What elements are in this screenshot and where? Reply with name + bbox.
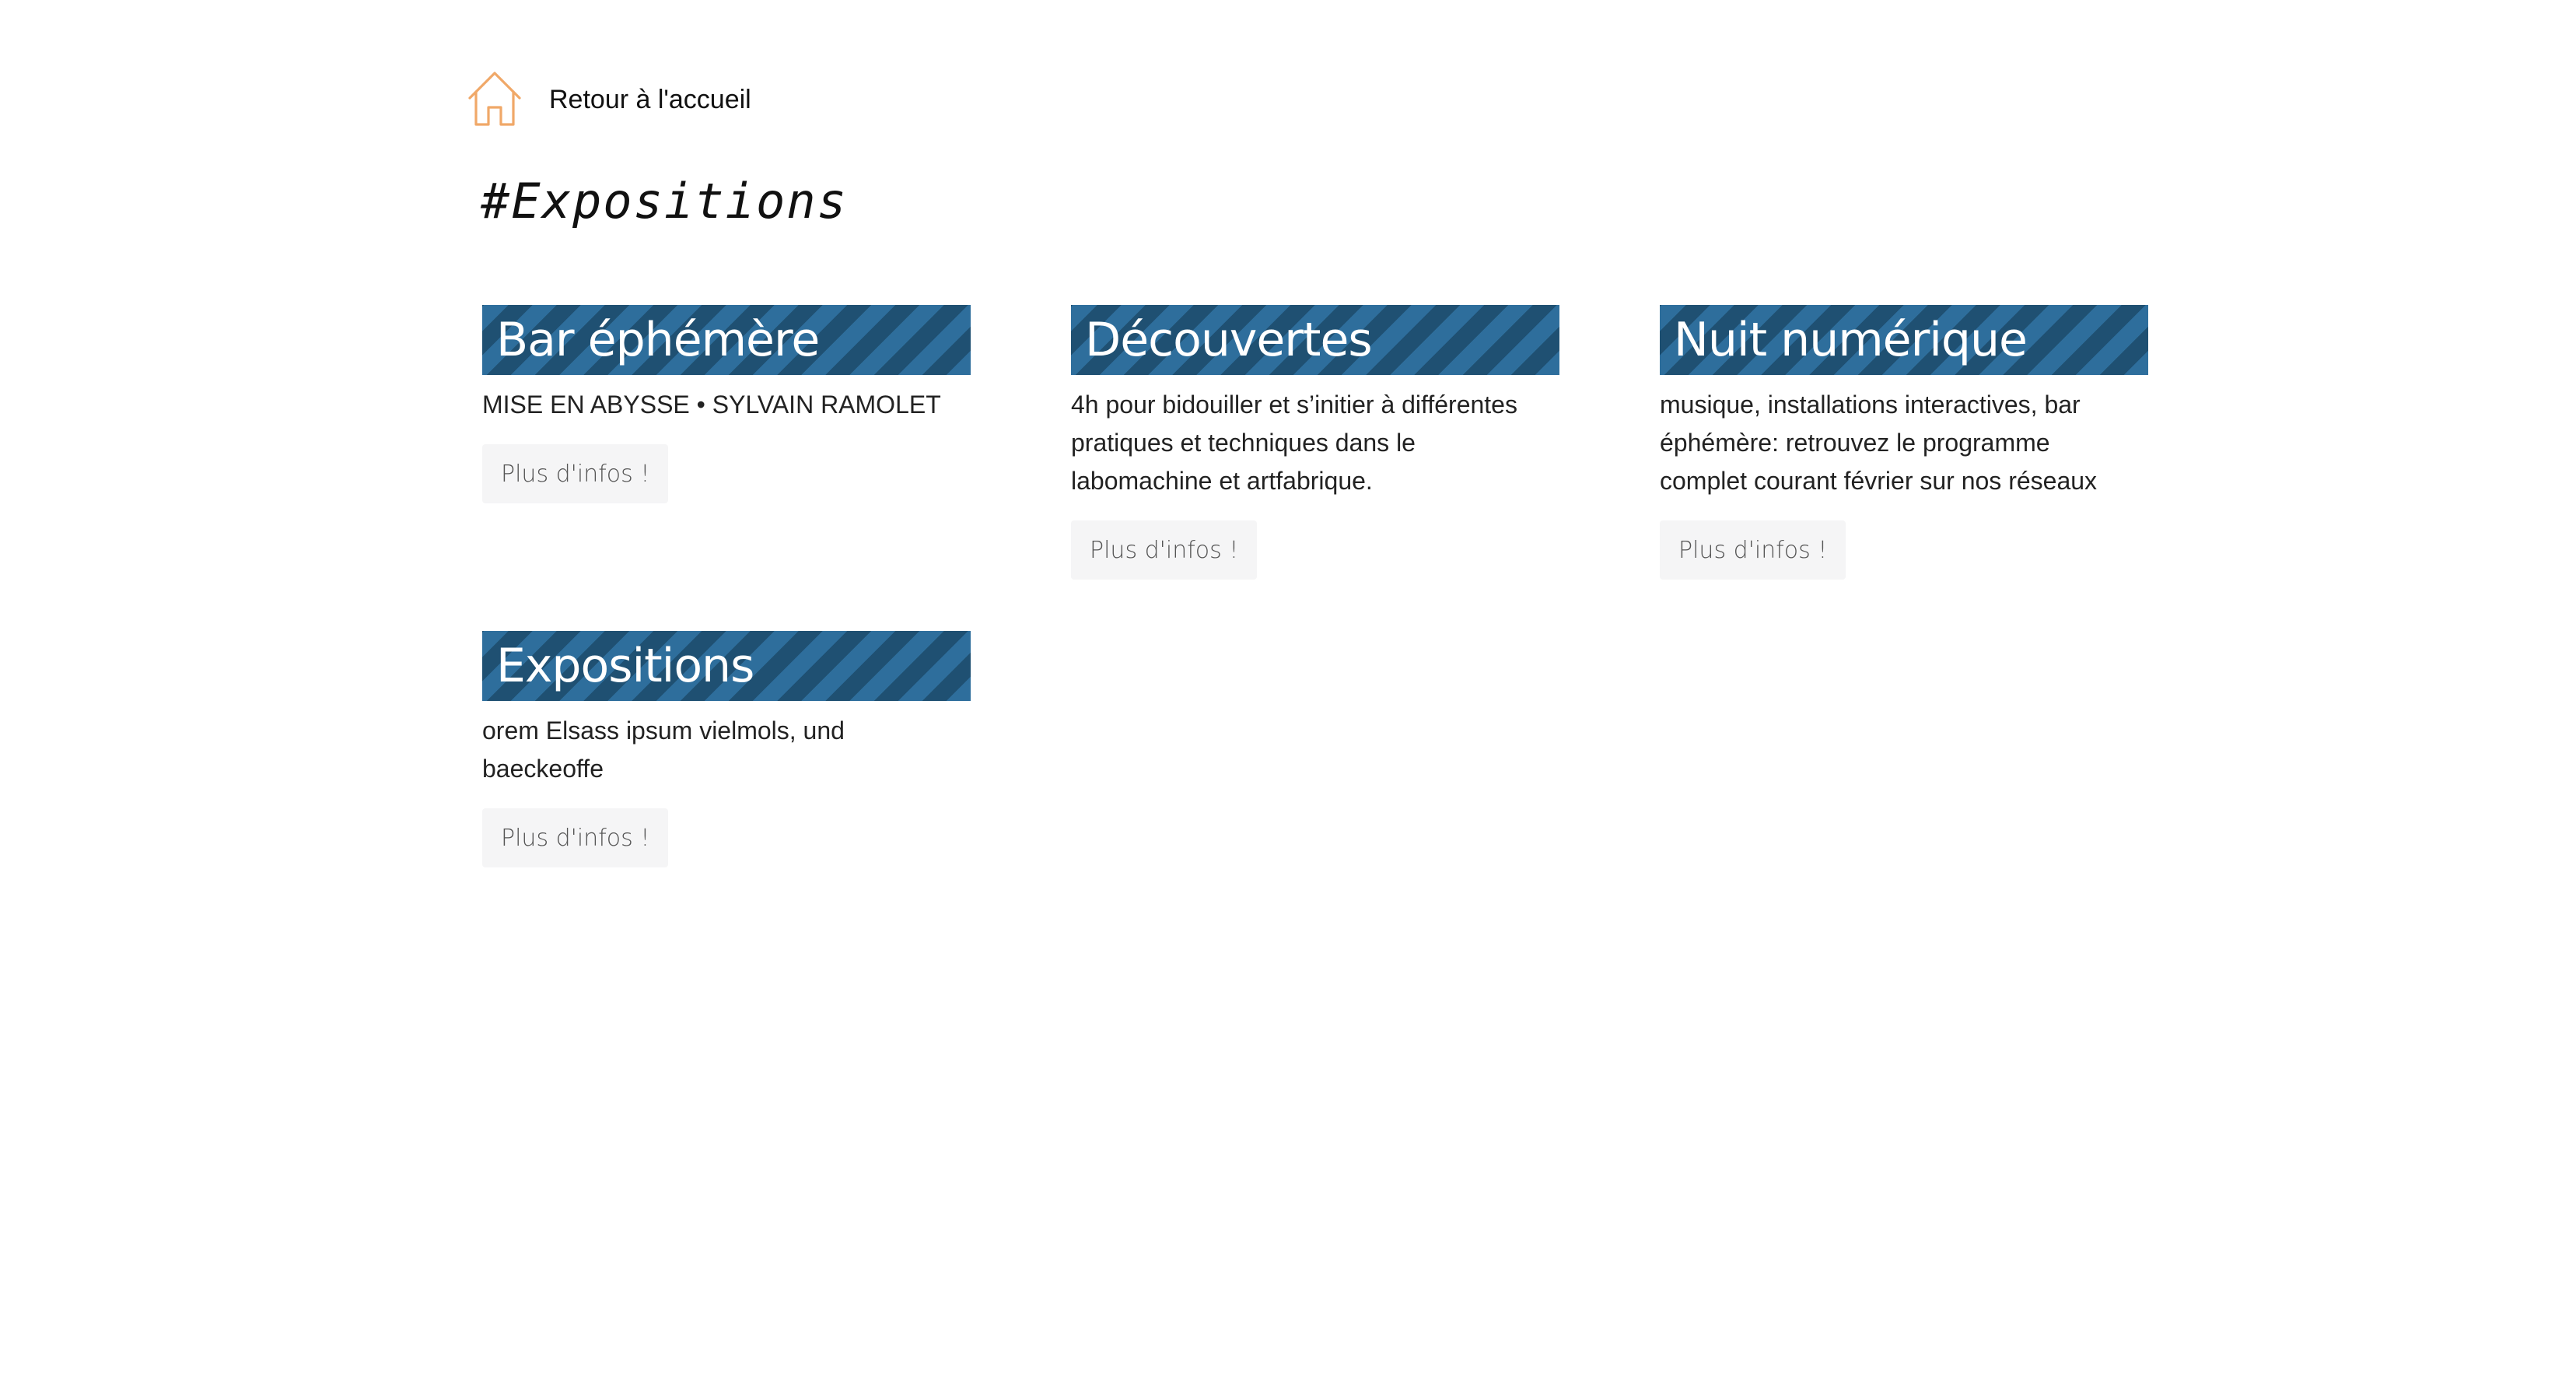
more-info-button[interactable]: Plus d'infos ! xyxy=(482,808,669,867)
card-bar-ephemere: Bar éphémère MISE EN ABYSSE • SYLVAIN RA… xyxy=(482,305,971,580)
card-description: orem Elsass ipsum vielmols, und baeckeof… xyxy=(482,717,845,783)
card-description: MISE EN ABYSSE • SYLVAIN RAMOLET xyxy=(482,391,941,419)
card-title: Bar éphémère xyxy=(482,305,971,375)
home-link[interactable]: Retour à l'accueil xyxy=(464,68,751,131)
card-decouvertes: Découvertes 4h pour bidouiller et s’init… xyxy=(1071,305,1559,580)
card-title: Découvertes xyxy=(1071,305,1559,375)
exhibitions-grid: Bar éphémère MISE EN ABYSSE • SYLVAIN RA… xyxy=(482,305,2148,867)
home-icon xyxy=(468,72,521,126)
card-description: 4h pour bidouiller et s’initier à différ… xyxy=(1071,391,1517,495)
card-nuit-numerique: Nuit numérique musique, installations in… xyxy=(1660,305,2148,580)
more-info-button[interactable]: Plus d'infos ! xyxy=(1071,520,1258,580)
card-title: Nuit numérique xyxy=(1660,305,2148,375)
card-expositions: Expositions orem Elsass ipsum vielmols, … xyxy=(482,631,971,867)
card-title: Expositions xyxy=(482,631,971,701)
more-info-button[interactable]: Plus d'infos ! xyxy=(482,444,669,503)
card-description: musique, installations interactives, bar… xyxy=(1660,391,2098,495)
page-title: #Expositions xyxy=(481,173,848,229)
more-info-button[interactable]: Plus d'infos ! xyxy=(1660,520,1846,580)
home-link-label: Retour à l'accueil xyxy=(549,84,751,114)
